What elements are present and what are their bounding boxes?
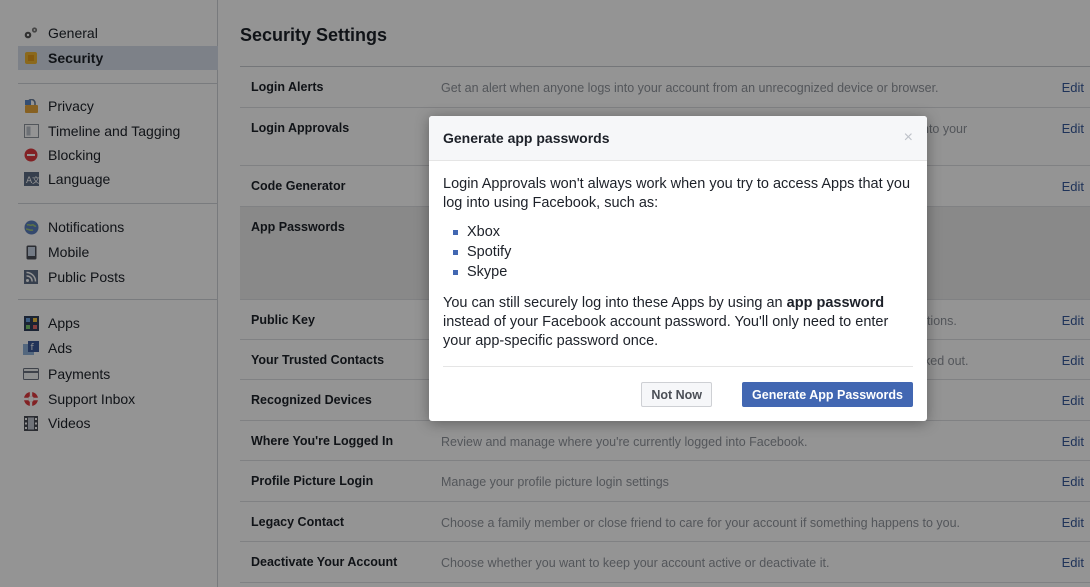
explanation-text: instead of your Facebook account passwor…	[443, 314, 889, 349]
list-item: Skype	[453, 263, 913, 283]
not-now-button[interactable]: Not Now	[641, 382, 712, 407]
explanation-text: You can still securely log into these Ap…	[443, 295, 787, 311]
dialog-header: Generate app passwords ×	[429, 116, 927, 161]
list-item: Xbox	[453, 223, 913, 243]
app-list: Xbox Spotify Skype	[453, 223, 913, 283]
dialog-body: Login Approvals won't always work when y…	[443, 175, 913, 351]
close-icon[interactable]: ×	[904, 129, 913, 147]
dialog-footer: Not Now Generate App Passwords	[443, 366, 913, 407]
generate-app-passwords-dialog: Generate app passwords × Login Approvals…	[429, 116, 927, 421]
dialog-explanation: You can still securely log into these Ap…	[443, 294, 913, 351]
explanation-bold: app password	[786, 295, 885, 311]
dialog-title: Generate app passwords	[443, 130, 610, 146]
generate-app-passwords-button[interactable]: Generate App Passwords	[742, 382, 913, 407]
dialog-intro: Login Approvals won't always work when y…	[443, 176, 911, 211]
list-item: Spotify	[453, 243, 913, 263]
